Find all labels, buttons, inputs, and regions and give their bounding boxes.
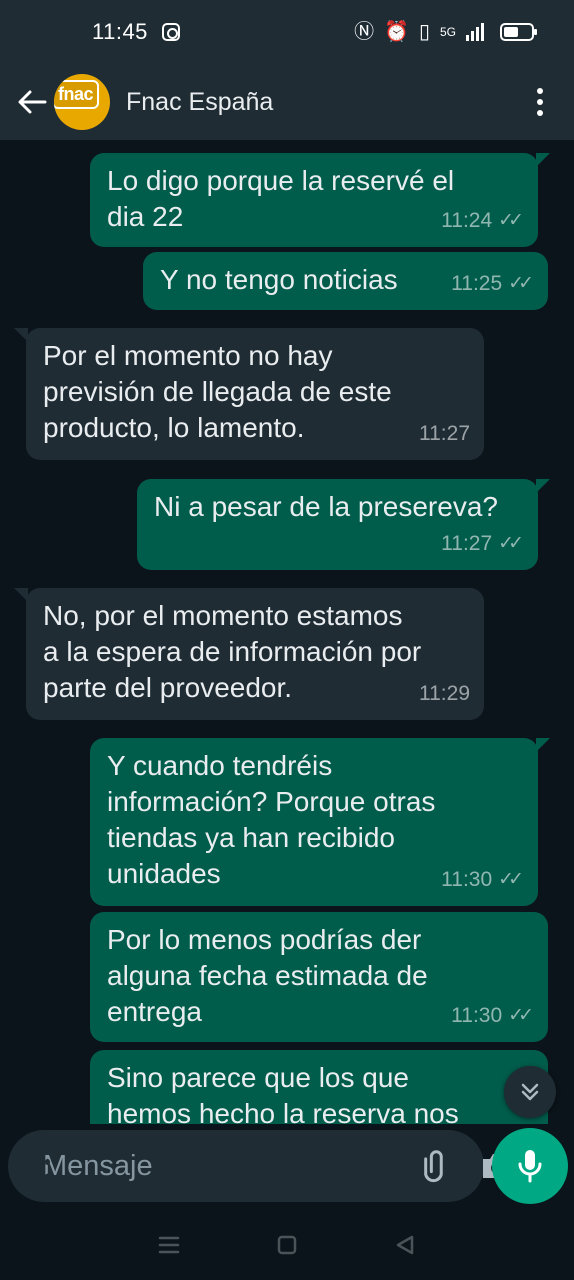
outgoing-message[interactable]: Lo digo porque la reservé el dia 22 11:2… <box>90 153 550 247</box>
outgoing-message[interactable]: Por lo menos podrías der alguna fecha es… <box>90 912 548 1042</box>
home-square-icon <box>277 1235 297 1255</box>
message-time: 11:27 <box>441 532 493 555</box>
nfc-icon: Ⓝ <box>354 21 375 43</box>
double-check-icon: ✓✓ <box>508 273 534 294</box>
back-arrow-icon <box>18 90 47 114</box>
signal-icon <box>466 23 484 41</box>
fnac-logo: fnac <box>54 80 100 109</box>
menu-dot <box>537 110 543 116</box>
message-text: No, por el momento estamos a la espera d… <box>43 600 422 703</box>
scroll-to-bottom-button[interactable] <box>504 1066 556 1118</box>
message-text: Ni a pesar de la presereva? <box>154 491 498 522</box>
recent-apps-button[interactable] <box>149 1225 189 1265</box>
menu-dot <box>537 99 543 105</box>
contact-name[interactable]: Fnac España <box>126 88 273 117</box>
chat-header: fnac Fnac España <box>0 64 574 140</box>
home-button[interactable] <box>267 1225 307 1265</box>
message-meta: 11:27 <box>419 416 470 452</box>
paperclip-icon <box>424 1150 443 1183</box>
back-triangle-icon <box>396 1235 414 1255</box>
message-meta: 11:27 ✓✓ <box>441 526 524 562</box>
message-time: 11:24 <box>441 209 493 232</box>
status-time: 11:45 <box>92 19 148 44</box>
message-time: 11:29 <box>419 682 470 705</box>
menu-lines-icon <box>158 1236 180 1254</box>
vibrate-icon: ▯ <box>418 21 430 43</box>
menu-dot <box>537 88 543 94</box>
message-meta: 11:24 ✓✓ <box>441 203 524 239</box>
message-meta: 11:25 ✓✓ <box>451 266 534 302</box>
status-icons: Ⓝ ⏰ ▯ 5G <box>354 21 537 43</box>
back-nav-button[interactable] <box>385 1225 425 1265</box>
battery-icon <box>500 23 537 41</box>
message-time: 11:30 <box>451 1004 503 1027</box>
more-options-button[interactable] <box>530 82 550 122</box>
outgoing-message[interactable]: Y no tengo noticias 11:25 ✓✓ <box>143 252 548 310</box>
message-text: Por el momento no hay previsión de llega… <box>43 340 392 443</box>
message-input[interactable] <box>43 1141 420 1191</box>
back-button[interactable] <box>10 72 54 132</box>
double-check-icon: ✓✓ <box>508 1005 534 1026</box>
double-chevron-down-icon <box>521 1083 539 1101</box>
outgoing-message[interactable]: Y cuando tendréis información? Porque ot… <box>90 738 550 906</box>
double-check-icon: ✓✓ <box>498 210 524 231</box>
message-list[interactable]: Lo digo porque la reservé el dia 22 11:2… <box>0 140 574 1124</box>
outgoing-message[interactable]: Sino parece que los que hemos hecho la r… <box>90 1050 548 1124</box>
network-type-label: 5G <box>439 25 456 39</box>
message-meta: 11:30 ✓✓ <box>451 998 534 1034</box>
message-time: 11:25 <box>451 272 503 295</box>
message-time: 11:30 <box>441 868 493 891</box>
system-navigation-bar <box>0 1210 574 1280</box>
double-check-icon: ✓✓ <box>498 533 524 554</box>
incoming-message[interactable]: Por el momento no hay previsión de llega… <box>14 328 484 460</box>
double-check-icon: ✓✓ <box>498 869 524 890</box>
message-composer <box>8 1130 511 1202</box>
contact-avatar[interactable]: fnac <box>54 74 110 130</box>
message-meta: 11:30 ✓✓ <box>441 862 524 898</box>
voice-message-button[interactable] <box>492 1128 568 1204</box>
incoming-message[interactable]: No, por el momento estamos a la espera d… <box>14 588 484 720</box>
outgoing-message[interactable]: Ni a pesar de la presereva? 11:27 ✓✓ <box>137 479 550 570</box>
message-text: Sino parece que los que hemos hecho la r… <box>107 1062 459 1124</box>
message-time: 11:27 <box>419 422 470 445</box>
alarm-icon: ⏰ <box>384 21 409 43</box>
microphone-icon <box>518 1150 542 1183</box>
message-meta: 11:29 <box>419 676 470 712</box>
status-bar: 11:45 Ⓝ ⏰ ▯ 5G <box>0 0 574 64</box>
instagram-notification-icon <box>161 23 180 41</box>
